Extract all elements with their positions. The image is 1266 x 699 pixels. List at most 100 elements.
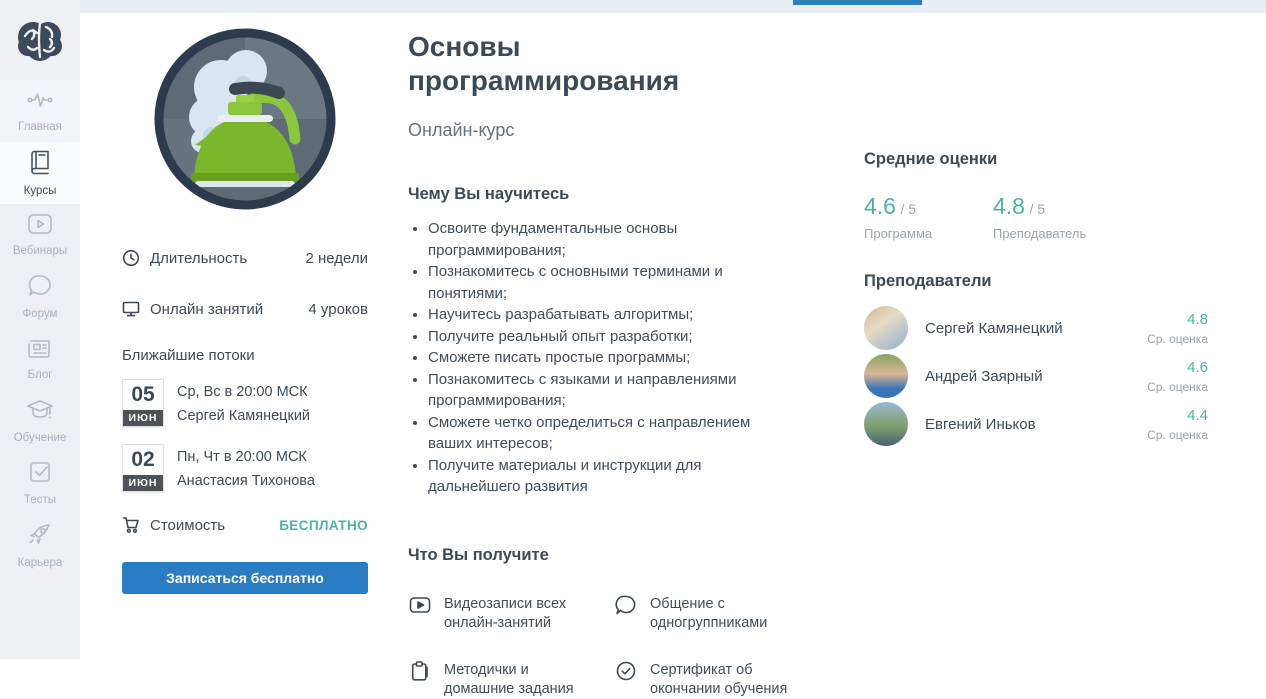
benefit-text: Общение с одногруппниками bbox=[650, 595, 768, 631]
forum-icon bbox=[27, 274, 53, 303]
sidebar-item-label: Карьера bbox=[17, 557, 63, 569]
course-image-kettle bbox=[151, 25, 339, 213]
avatar bbox=[864, 402, 908, 446]
learn-item: Сможете писать простые программы; bbox=[428, 347, 792, 369]
teacher-name: Евгений Иньков bbox=[925, 415, 1036, 433]
sidebar-item-label: Курсы bbox=[23, 185, 57, 197]
chat-icon bbox=[614, 593, 638, 617]
cost-value: БЕСПЛАТНО bbox=[279, 517, 368, 533]
rating-max: / 5 bbox=[1029, 201, 1046, 217]
cart-icon bbox=[122, 516, 140, 534]
learn-list: Освоите фундаментальные основы программи… bbox=[408, 218, 792, 498]
sidebar-item-forum[interactable]: Форум bbox=[0, 266, 80, 328]
stream-schedule: Пн, Чт в 20:00 МСК bbox=[177, 449, 307, 465]
page-title: Основы программирования bbox=[408, 31, 680, 96]
learn-section-title: Чему Вы научитесь bbox=[408, 185, 570, 203]
streams-title: Ближайшие потоки bbox=[122, 347, 255, 364]
sidebar-item-label: Обучение bbox=[13, 432, 67, 444]
sidebar-item-home[interactable]: Главная bbox=[0, 80, 80, 142]
teacher-row[interactable]: Сергей Камянецкий 4.8 Ср. оценка bbox=[864, 304, 1208, 352]
top-band bbox=[80, 0, 1266, 13]
rating-program: 4.6 / 5 Программа bbox=[864, 193, 993, 241]
sidebar-item-label: Главная bbox=[18, 121, 62, 133]
teacher-rating-label: Ср. оценка bbox=[1147, 427, 1208, 442]
materials-icon bbox=[408, 659, 432, 683]
stream-teacher: Анастасия Тихонова bbox=[177, 473, 315, 489]
date-day: 02 bbox=[131, 448, 155, 471]
lessons-value: 4 уроков bbox=[308, 300, 368, 318]
sidebar-item-career[interactable]: Карьера bbox=[0, 514, 80, 576]
benefit-item: Сертификат об окончании обучения bbox=[614, 659, 792, 699]
pulse-icon bbox=[27, 89, 53, 116]
benefits-section-title: Что Вы получите bbox=[408, 545, 549, 564]
teacher-rating-value: 4.8 bbox=[1187, 310, 1208, 328]
webinar-icon bbox=[27, 213, 53, 240]
sidebar-item-courses[interactable]: Курсы bbox=[0, 142, 80, 204]
monitor-icon bbox=[122, 300, 140, 318]
book-icon bbox=[28, 149, 52, 180]
cost-label: Стоимость bbox=[150, 516, 226, 534]
benefit-text: Сертификат об окончании обучения bbox=[650, 661, 788, 697]
learn-item: Познакомитесь с языками и направлениями … bbox=[428, 369, 792, 412]
cost-row: Стоимость БЕСПЛАТНО bbox=[122, 515, 368, 535]
certificate-icon bbox=[614, 659, 638, 683]
top-banner-fragment bbox=[793, 0, 922, 5]
ratings-section-title: Средние оценки bbox=[864, 150, 998, 168]
benefit-item: Общение с одногруппниками bbox=[614, 593, 792, 633]
sidebar-item-label: Вебинары bbox=[12, 245, 68, 257]
blog-icon bbox=[27, 337, 53, 364]
sidebar-item-webinars[interactable]: Вебинары bbox=[0, 204, 80, 266]
teacher-name: Андрей Заярный bbox=[925, 367, 1043, 385]
date-day: 05 bbox=[131, 383, 155, 406]
learn-item: Сможете четко определиться с направление… bbox=[428, 412, 792, 455]
duration-row: Длительность 2 недели bbox=[122, 248, 368, 268]
learn-item: Получите материалы и инструкции для даль… bbox=[428, 455, 792, 498]
brain-logo[interactable] bbox=[0, 0, 80, 80]
sidebar-item-label: Блог bbox=[27, 369, 53, 381]
benefit-item: Методички и домашние задания bbox=[408, 659, 614, 699]
rating-value: 4.6 bbox=[864, 193, 896, 219]
learn-item: Познакомитесь с основными терминами и по… bbox=[428, 261, 792, 304]
teacher-rating-label: Ср. оценка bbox=[1147, 331, 1208, 346]
teacher-rating-label: Ср. оценка bbox=[1147, 379, 1208, 394]
learn-item: Научитесь разрабатывать алгоритмы; bbox=[428, 304, 792, 326]
date-month: ИЮН bbox=[123, 475, 163, 491]
learn-item: Получите реальный опыт разработки; bbox=[428, 326, 792, 348]
duration-label: Длительность bbox=[150, 249, 248, 267]
lessons-row: Онлайн занятий 4 уроков bbox=[122, 299, 368, 319]
course-main: Основы программирования Онлайн-курс Чему… bbox=[408, 30, 792, 699]
sidebar: Главная Курсы Вебинары Форум Блог Обучен… bbox=[0, 0, 80, 659]
date-badge: 05 ИЮН bbox=[122, 379, 164, 427]
sidebar-item-education[interactable]: Обучение bbox=[0, 390, 80, 452]
sidebar-item-label: Тесты bbox=[23, 494, 57, 506]
tests-icon bbox=[28, 460, 52, 489]
benefit-text: Методички и домашние задания bbox=[444, 661, 574, 697]
enroll-button[interactable]: Записаться бесплатно bbox=[122, 562, 368, 594]
stream-schedule: Ср, Вс в 20:00 МСК bbox=[177, 384, 308, 400]
rating-teacher: 4.8 / 5 Преподаватель bbox=[993, 193, 1122, 241]
education-icon bbox=[26, 398, 54, 427]
avatar bbox=[864, 354, 908, 398]
benefit-item: Видеозаписи всех онлайн-занятий bbox=[408, 593, 614, 633]
career-icon bbox=[27, 521, 53, 552]
ratings-row: 4.6 / 5 Программа 4.8 / 5 Преподаватель bbox=[864, 193, 1208, 241]
learn-item: Освоите фундаментальные основы программи… bbox=[428, 218, 792, 261]
sidebar-item-label: Форум bbox=[22, 308, 58, 320]
teacher-row[interactable]: Евгений Иньков 4.4 Ср. оценка bbox=[864, 400, 1208, 448]
video-record-icon bbox=[408, 593, 432, 617]
teacher-rating-value: 4.6 bbox=[1187, 358, 1208, 376]
sidebar-item-tests[interactable]: Тесты bbox=[0, 452, 80, 514]
stream-row: 05 ИЮН Ср, Вс в 20:00 МСК Сергей Камянец… bbox=[122, 379, 368, 429]
sidebar-item-blog[interactable]: Блог bbox=[0, 328, 80, 390]
date-badge: 02 ИЮН bbox=[122, 444, 164, 492]
page-subtitle: Онлайн-курс bbox=[408, 120, 515, 140]
benefits-grid: Видеозаписи всех онлайн-занятий Общение … bbox=[408, 593, 792, 699]
ratings-panel: Средние оценки 4.6 / 5 Программа 4.8 / 5… bbox=[864, 150, 1208, 448]
teacher-rating-value: 4.4 bbox=[1187, 406, 1208, 424]
rating-value: 4.8 bbox=[993, 193, 1025, 219]
clock-icon bbox=[122, 249, 140, 267]
teacher-row[interactable]: Андрей Заярный 4.6 Ср. оценка bbox=[864, 352, 1208, 400]
lessons-label: Онлайн занятий bbox=[150, 300, 264, 318]
benefit-text: Видеозаписи всех онлайн-занятий bbox=[444, 595, 567, 631]
duration-value: 2 недели bbox=[305, 249, 368, 267]
